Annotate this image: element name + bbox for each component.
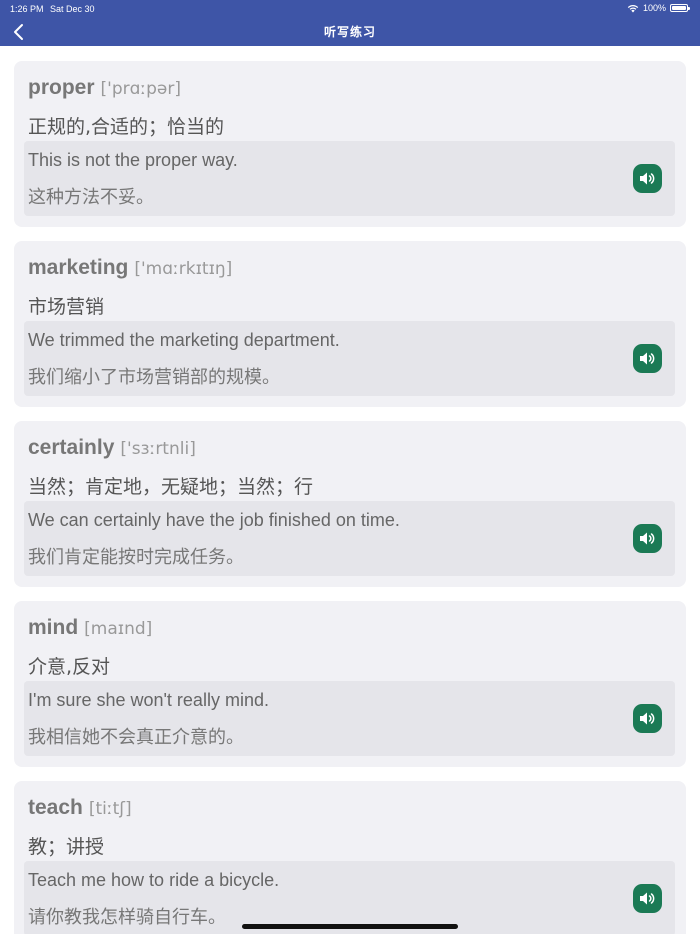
app-header: 1:26 PM Sat Dec 30 100% 听写练习 [0, 0, 700, 46]
play-audio-button[interactable] [633, 164, 662, 193]
example-sentence-en: I'm sure she won't really mind. [28, 690, 269, 710]
page-title: 听写练习 [323, 25, 376, 39]
play-audio-button[interactable] [633, 344, 662, 373]
status-indicators: 100% [627, 3, 690, 13]
status-bar: 1:26 PM Sat Dec 30 100% [0, 0, 700, 17]
play-audio-button[interactable] [633, 704, 662, 733]
word-card: mind [maɪnd] 介意,反对 I'm sure she won't rea… [14, 601, 686, 767]
word-header: certainly ['sɜːrtnli] [28, 436, 196, 460]
speaker-icon [640, 712, 655, 725]
status-date: Sat Dec 30 [50, 4, 95, 14]
status-time: 1:26 PM [10, 4, 44, 14]
phonetic-text: ['sɜːrtnli] [120, 439, 196, 459]
example-sentence-en: This is not the proper way. [28, 150, 238, 170]
word-header: mind [maɪnd] [28, 616, 152, 640]
word-text: mind [28, 616, 79, 639]
word-card: marketing ['mɑːrkɪtɪŋ] 市场营销 We trimmed th… [14, 241, 686, 407]
word-list[interactable]: proper ['prɑːpər] 正规的,合适的；恰当的 This is not… [0, 46, 700, 934]
nav-bar: 听写练习 [0, 17, 700, 46]
example-sentence-zh: 我相信她不会真正介意的。 [28, 727, 244, 748]
home-indicator[interactable] [242, 924, 458, 929]
word-text: teach [28, 796, 83, 819]
example-sentence-en: Teach me how to ride a bicycle. [28, 870, 280, 890]
phonetic-text: [tiːtʃ] [88, 799, 132, 819]
word-text: proper [28, 76, 95, 99]
speaker-icon [640, 352, 655, 365]
speaker-icon [640, 892, 655, 905]
battery-percent: 100% [642, 3, 666, 13]
play-audio-button[interactable] [633, 884, 662, 913]
example-sentence-en: We trimmed the marketing department. [28, 330, 340, 350]
example-sentence-zh: 这种方法不妥。 [28, 187, 154, 208]
word-meaning: 介意,反对 [28, 656, 111, 678]
word-text: marketing [28, 256, 129, 279]
example-sentence-zh: 我们肯定能按时完成任务。 [28, 547, 244, 568]
example-sentence-en: We can certainly have the job finished o… [28, 510, 400, 530]
example-box: We can certainly have the job finished o… [24, 501, 675, 576]
example-sentence-zh: 请你教我怎样骑自行车。 [28, 907, 226, 928]
speaker-icon [640, 172, 655, 185]
speaker-icon [640, 532, 655, 545]
example-sentence-zh: 我们缩小了市场营销部的规模。 [28, 367, 280, 388]
word-header: teach [tiːtʃ] [28, 796, 132, 820]
play-audio-button[interactable] [633, 524, 662, 553]
phonetic-text: ['prɑːpər] [100, 79, 181, 99]
battery-icon [670, 4, 690, 12]
word-header: proper ['prɑːpər] [28, 76, 181, 100]
word-meaning: 教；讲授 [28, 836, 105, 858]
word-card: teach [tiːtʃ] 教；讲授 Teach me how to ride a… [14, 781, 686, 934]
word-header: marketing ['mɑːrkɪtɪŋ] [28, 256, 232, 280]
battery-level [672, 6, 686, 10]
example-box: This is not the proper way. 这种方法不妥。 [24, 141, 675, 216]
example-box: We trimmed the marketing department. 我们缩… [24, 321, 675, 396]
example-box: I'm sure she won't really mind. 我相信她不会真正… [24, 681, 675, 756]
phonetic-text: ['mɑːrkɪtɪŋ] [134, 259, 233, 279]
word-meaning: 市场营销 [28, 296, 105, 318]
wifi-icon [627, 4, 639, 12]
word-meaning: 当然；肯定地，无疑地；当然；行 [28, 476, 314, 498]
word-text: certainly [28, 436, 115, 459]
word-card: certainly ['sɜːrtnli] 当然；肯定地，无疑地；当然；行 We … [14, 421, 686, 587]
word-meaning: 正规的,合适的；恰当的 [28, 116, 225, 138]
phonetic-text: [maɪnd] [84, 619, 153, 639]
word-card: proper ['prɑːpər] 正规的,合适的；恰当的 This is not… [14, 61, 686, 227]
